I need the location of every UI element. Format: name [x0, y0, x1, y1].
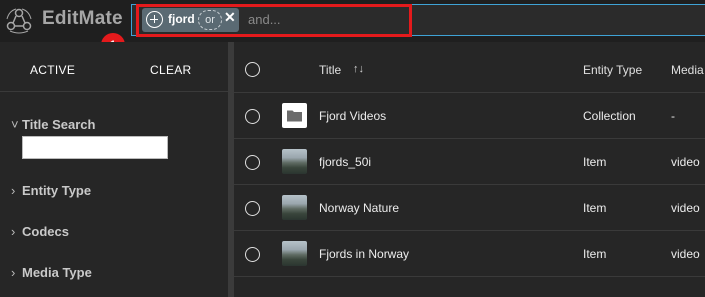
facet-label: Media Type [22, 265, 92, 280]
table-row[interactable]: Norway Nature Item video [234, 185, 705, 231]
clear-button[interactable]: CLEAR [150, 63, 192, 77]
title-search-input[interactable] [22, 136, 168, 159]
row-entity-type: Item [583, 247, 607, 261]
logo-icon [6, 8, 32, 34]
row-entity-type: Item [583, 155, 607, 169]
folder-icon [282, 103, 307, 128]
landscape-thumbnail [282, 149, 307, 174]
sidebar-toolbar: ACTIVE CLEAR [0, 42, 228, 92]
chevron-down-icon: ˅ [11, 117, 19, 132]
active-button[interactable]: ACTIVE [30, 63, 75, 77]
facet-title-search[interactable]: ˅ Title Search [11, 117, 95, 132]
landscape-thumbnail [282, 241, 307, 266]
column-header-entity-type[interactable]: Entity Type [583, 63, 642, 77]
row-select-radio[interactable] [245, 155, 260, 170]
row-entity-type: Item [583, 201, 607, 215]
filter-sidebar: ACTIVE CLEAR ˅ Title Search › Entity Type … [0, 42, 228, 297]
column-header-media[interactable]: Media [671, 63, 704, 77]
facet-label: Entity Type [22, 183, 92, 198]
facet-label: Title Search [22, 117, 96, 132]
row-title[interactable]: fjords_50i [319, 155, 371, 169]
chevron-right-icon: › [11, 183, 16, 198]
facet-entity-type[interactable]: › Entity Type [11, 183, 91, 198]
annotation-highlight-box [136, 4, 412, 37]
row-title[interactable]: Fjords in Norway [319, 247, 409, 261]
row-select-radio[interactable] [245, 247, 260, 262]
row-title[interactable]: Norway Nature [319, 201, 399, 215]
row-media: video [671, 155, 700, 169]
chevron-right-icon: › [11, 265, 16, 280]
facet-label: Codecs [22, 224, 69, 239]
table-row[interactable]: Fjords in Norway Item video [234, 231, 705, 277]
row-media: video [671, 201, 700, 215]
sort-icon[interactable]: ↑↓ [353, 63, 364, 75]
landscape-thumbnail [282, 195, 307, 220]
row-entity-type: Collection [583, 109, 636, 123]
table-header: Title ↑↓ Entity Type Media [234, 42, 705, 93]
facet-media-type[interactable]: › Media Type [11, 265, 92, 280]
app-logo-text: EditMate [42, 8, 123, 29]
table-row[interactable]: Fjord Videos Collection - [234, 93, 705, 139]
row-title[interactable]: Fjord Videos [319, 109, 386, 123]
row-select-radio[interactable] [245, 109, 260, 124]
facet-codecs[interactable]: › Codecs [11, 224, 69, 239]
column-header-title[interactable]: Title [319, 63, 341, 77]
chevron-right-icon: › [11, 224, 16, 239]
row-media: - [671, 109, 675, 123]
row-media: video [671, 247, 700, 261]
results-table: Title ↑↓ Entity Type Media Fjord Videos … [234, 42, 705, 297]
select-all-radio[interactable] [245, 62, 260, 77]
row-select-radio[interactable] [245, 201, 260, 216]
table-row[interactable]: fjords_50i Item video [234, 139, 705, 185]
